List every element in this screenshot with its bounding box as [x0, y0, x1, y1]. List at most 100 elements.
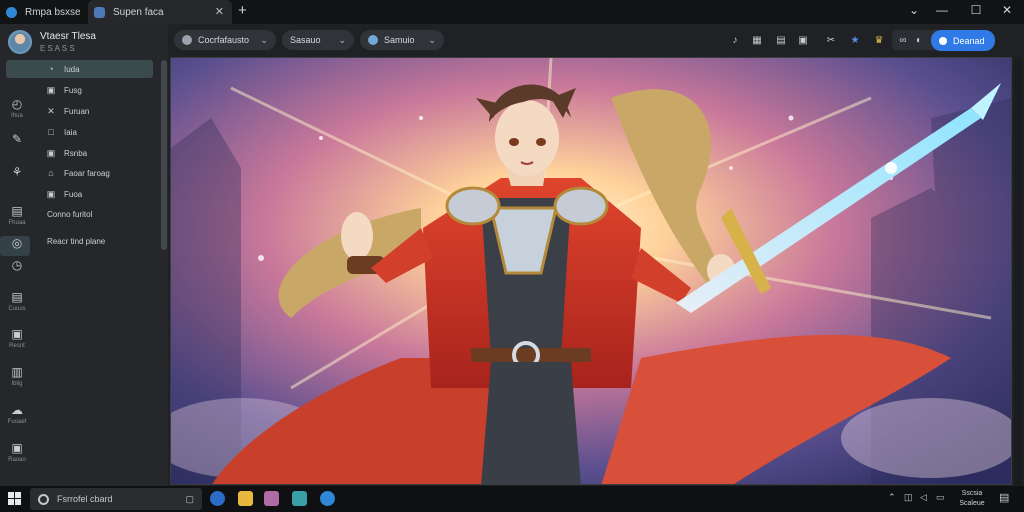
taskbar: Fsrrofel cbard ▢ ⌃ ◫ ◁ ▭ Sscsia Scaleue … [0, 486, 1024, 512]
profile-name: Vtaesr Tlesa [40, 31, 96, 42]
menu-item-icon: ▣ [46, 188, 56, 199]
image-icon: ▣ [11, 327, 23, 341]
maximize-button[interactable]: ☐ [968, 3, 984, 17]
rail-item[interactable]: ▤ Fhuaa [2, 204, 32, 226]
chevron-down-icon: ⌄ [428, 34, 436, 45]
new-tab-button[interactable]: + [238, 2, 247, 19]
sidebar: Vtaesr Tlesa E S A S S ◔ Iuda ▣ Fusg ✕ F… [0, 24, 168, 486]
search-placeholder: Fsrrofel cbard [57, 494, 113, 504]
menu-item-label: Iaia [64, 127, 77, 137]
rail-item[interactable]: ✎ [2, 132, 32, 146]
windows-start-icon[interactable] [8, 492, 21, 505]
profile-header[interactable]: Vtaesr Tlesa E S A S S [8, 30, 96, 54]
dropdown-value: Samuio [384, 35, 415, 45]
camera-icon: ▢ [185, 493, 194, 504]
grid-icon[interactable]: ▦ [748, 31, 766, 49]
rail-item-label: Fhuaa [8, 220, 26, 226]
sidebar-scrollbar[interactable] [161, 60, 167, 250]
menu-item-icon: ✕ [47, 105, 55, 116]
style-dropdown[interactable]: Sasauo ⌄ [282, 30, 354, 50]
profile-subtitle: E S A S S [40, 44, 75, 53]
taskbar-search[interactable]: Fsrrofel cbard ▢ [30, 488, 202, 510]
menu-item-label: Rsnba [64, 148, 88, 158]
menu-item-icon: ◔ [48, 64, 54, 74]
menu-item-icon: □ [48, 127, 54, 137]
sparkle-icon [939, 36, 947, 45]
browser-icon[interactable] [320, 491, 335, 506]
menu-item-label: Fuoa [64, 189, 83, 199]
rail-item-label: Iblig [11, 381, 23, 387]
model-dropdown[interactable]: Cocrfafausto ⌄ [174, 30, 276, 50]
generate-button[interactable]: Deanad [931, 30, 995, 51]
rail-item-label: Raoao [8, 457, 26, 463]
dropdown-value: Sasauo [290, 35, 321, 45]
generate-label: Deanad [953, 35, 985, 46]
minimize-button[interactable]: — [934, 3, 950, 17]
menu-item-label: Fusg [64, 85, 82, 95]
photos-icon[interactable] [292, 491, 307, 506]
clock-date: Scaleue [959, 500, 985, 507]
rail-item[interactable]: ▣ Resnt [2, 327, 32, 349]
volume-icon[interactable]: ◁ [920, 492, 927, 503]
tab-bar: Rmpa bsxse Supen faca ✕ + ⌄ — ☐ ✕ [0, 0, 1024, 24]
notifications-icon[interactable]: ▤ [999, 491, 1009, 504]
menu-item[interactable]: ▣ Rsnba [6, 144, 153, 162]
menu-item[interactable]: ▣ Fuoa [6, 185, 153, 203]
rail-item[interactable]: ▤ Cuuus [2, 290, 32, 312]
close-tab-icon[interactable]: ✕ [215, 5, 224, 18]
battery-icon[interactable]: ▭ [936, 492, 945, 503]
menu-item[interactable]: ◔ Iuda [6, 60, 153, 78]
rail-item[interactable]: ◎ [2, 236, 32, 250]
toolbar: Cocrfafausto ⌄ Sasauo ⌄ Samuio ⌄ ♪ ▦ ▤ ▣… [168, 24, 1024, 56]
layers-icon[interactable]: ▤ [772, 31, 790, 49]
frame-icon[interactable]: ▣ [794, 31, 812, 49]
network-icon[interactable]: ◫ [904, 492, 913, 503]
model-icon [182, 35, 192, 45]
sound-icon[interactable]: ◐ [910, 31, 928, 49]
music-icon[interactable]: ♪ [726, 31, 744, 49]
chevron-up-icon[interactable]: ⌃ [888, 492, 896, 503]
folder-icon[interactable] [238, 491, 253, 506]
rail-item[interactable]: ▥ Iblig [2, 365, 32, 387]
rail-item-label: Resnt [9, 343, 25, 349]
menu-item-icon: ▣ [46, 147, 56, 158]
edge-icon[interactable] [210, 491, 225, 506]
rail-item[interactable]: ▣ Raoao [2, 441, 32, 463]
box-icon: ▣ [11, 441, 23, 455]
tab-active[interactable]: Supen faca ✕ [88, 0, 232, 24]
dropdown-value: Cocrfafausto [198, 35, 250, 45]
chevron-down-icon[interactable]: ⌄ [906, 3, 922, 17]
menu-item-label: Iuda [64, 64, 80, 74]
search-icon [38, 493, 49, 505]
store-icon[interactable] [264, 491, 279, 506]
menu-item-label: Furuan [64, 106, 90, 116]
tab-label: Rmpa bsxse [25, 6, 81, 18]
document-icon: ▤ [11, 290, 23, 304]
close-window-button[interactable]: ✕ [999, 3, 1015, 17]
history-icon: ◷ [11, 258, 23, 272]
rail-item[interactable]: ◷ [2, 258, 32, 272]
clock-icon: ◴ [11, 97, 23, 111]
magic-wand-icon[interactable]: ✂ [822, 31, 840, 49]
rail-item-label: Ihua [11, 113, 23, 119]
clock[interactable]: Sscsia Scaleue [952, 489, 992, 509]
size-icon [368, 35, 378, 45]
tab-first[interactable]: Rmpa bsxse [0, 0, 84, 24]
app-icon [94, 6, 105, 18]
size-dropdown[interactable]: Samuio ⌄ [360, 30, 444, 50]
avatar [8, 30, 32, 54]
star-icon[interactable]: ★ [846, 31, 864, 49]
menu-item-label: Reacr tind plane [47, 236, 106, 246]
edge-icon [6, 6, 17, 18]
image-canvas[interactable] [170, 57, 1012, 485]
rail-item[interactable]: ◴ Ihua [2, 97, 32, 119]
rail-item[interactable]: ☁ Fuoaef [2, 403, 32, 425]
rail-item[interactable]: ⚘ [2, 165, 32, 179]
crown-icon[interactable]: ♛ [870, 31, 888, 49]
rail-item-label: Cuuus [8, 306, 26, 312]
file-icon: ▤ [11, 204, 23, 218]
puzzle-icon: ⚘ [11, 165, 23, 179]
canvas-scrollbar[interactable] [1014, 57, 1022, 485]
menu-item-label: Faoar faroag [64, 168, 110, 178]
library-icon: ▥ [11, 365, 23, 379]
